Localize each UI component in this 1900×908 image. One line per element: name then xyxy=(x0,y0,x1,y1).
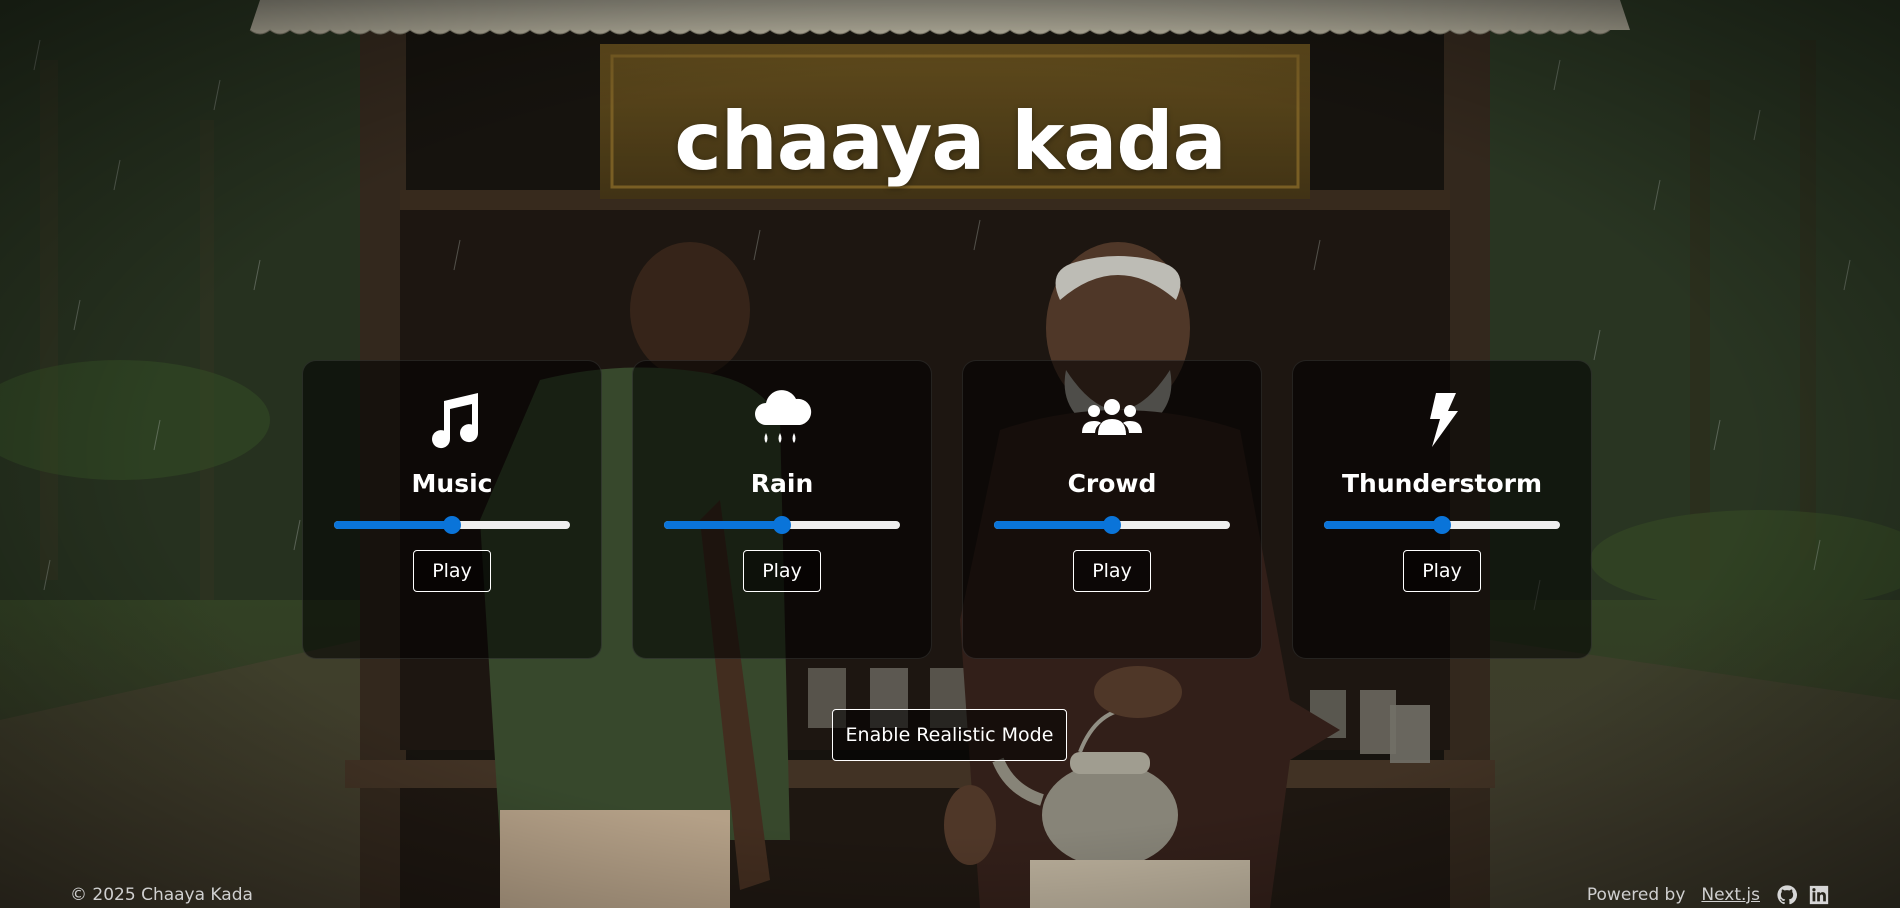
copyright-text: © 2025 Chaaya Kada xyxy=(70,885,253,905)
sound-label: Thunderstorm xyxy=(1341,469,1542,498)
sound-cards: Music Play Rain Play Crowd Play Thunders… xyxy=(302,360,1592,659)
lightning-bolt-icon xyxy=(1410,387,1474,451)
powered-by-text: Powered by xyxy=(1586,885,1686,905)
github-icon[interactable] xyxy=(1776,884,1798,906)
music-note-icon xyxy=(420,387,484,451)
play-button-thunderstorm[interactable]: Play xyxy=(1403,550,1481,592)
people-group-icon xyxy=(1080,387,1144,451)
page: chaaya kada Music Play Rain Play Crowd P… xyxy=(0,0,1900,908)
play-button-crowd[interactable]: Play xyxy=(1073,550,1151,592)
play-button-music[interactable]: Play xyxy=(413,550,491,592)
nextjs-link[interactable]: Next.js xyxy=(1701,885,1760,905)
slider-fill xyxy=(994,521,1112,529)
cloud-rain-icon xyxy=(750,387,814,451)
sound-card-crowd: Crowd Play xyxy=(962,360,1262,659)
footer-credits: Powered by Next.js xyxy=(1587,882,1830,908)
sound-label: Music xyxy=(411,469,493,498)
sound-card-thunderstorm: Thunderstorm Play xyxy=(1292,360,1592,659)
volume-slider-thunderstorm[interactable] xyxy=(1324,516,1560,534)
play-button-rain[interactable]: Play xyxy=(743,550,821,592)
volume-slider-rain[interactable] xyxy=(664,516,900,534)
slider-fill xyxy=(334,521,452,529)
sound-label: Crowd xyxy=(1067,469,1157,498)
enable-realistic-mode-button[interactable]: Enable Realistic Mode xyxy=(832,709,1067,761)
linkedin-icon[interactable] xyxy=(1808,884,1830,906)
slider-fill xyxy=(1324,521,1442,529)
sound-label: Rain xyxy=(750,469,814,498)
sound-card-rain: Rain Play xyxy=(632,360,932,659)
sound-card-music: Music Play xyxy=(302,360,602,659)
slider-thumb[interactable] xyxy=(1103,516,1121,534)
slider-fill xyxy=(664,521,782,529)
page-title: chaaya kada xyxy=(674,95,1226,188)
volume-slider-crowd[interactable] xyxy=(994,516,1230,534)
slider-thumb[interactable] xyxy=(773,516,791,534)
volume-slider-music[interactable] xyxy=(334,516,570,534)
slider-thumb[interactable] xyxy=(443,516,461,534)
slider-thumb[interactable] xyxy=(1433,516,1451,534)
